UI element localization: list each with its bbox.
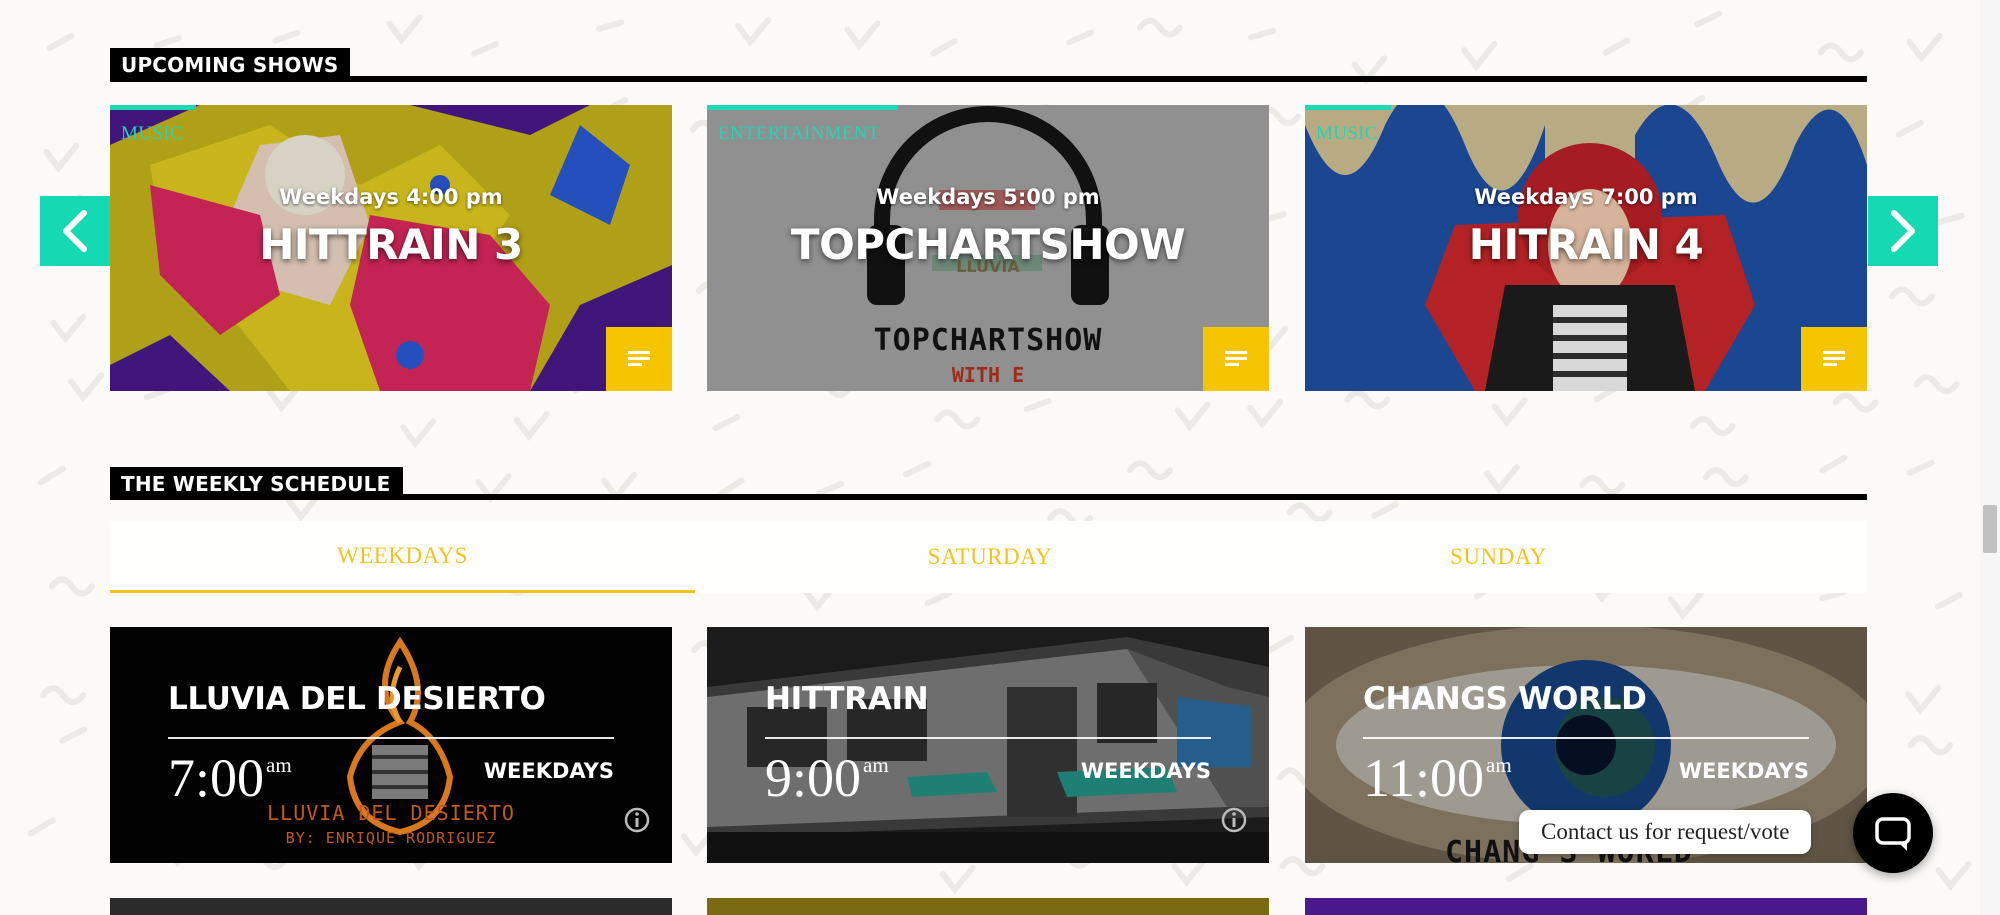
heading-rule bbox=[110, 494, 1867, 500]
show-image bbox=[110, 627, 672, 863]
weekly-schedule-heading: THE WEEKLY SCHEDULE bbox=[110, 467, 1867, 500]
show-title[interactable]: HITRAIN 4 bbox=[1305, 220, 1867, 269]
art-text: BY: ENRIQUE RODRIGUEZ bbox=[285, 829, 497, 847]
list-icon bbox=[628, 351, 650, 366]
show-details-button[interactable] bbox=[1801, 327, 1867, 391]
show-category[interactable]: ENTERTAINMENT bbox=[718, 123, 880, 145]
schedule-time: 9:00am bbox=[765, 747, 889, 809]
chat-icon bbox=[1875, 817, 1911, 851]
schedule-time: 11:00am bbox=[1363, 747, 1512, 809]
show-time: Weekdays 7:00 pm bbox=[1474, 185, 1698, 209]
carousel-next-button[interactable] bbox=[1868, 196, 1938, 266]
schedule-tabs: WEEKDAYS SATURDAY SUNDAY bbox=[110, 521, 1867, 593]
list-icon bbox=[1225, 351, 1247, 366]
schedule-card[interactable]: HITTRAIN 9:00am WEEKDAYS bbox=[707, 627, 1269, 863]
page-scrollbar[interactable] bbox=[1980, 0, 2000, 915]
schedule-divider bbox=[1363, 737, 1809, 739]
schedule-meridiem: am bbox=[266, 753, 292, 777]
schedule-card[interactable]: LLUVIA DEL DESIERTO BY: ENRIQUE RODRIGUE… bbox=[110, 627, 672, 863]
schedule-show-title[interactable]: CHANGS WORLD bbox=[1363, 681, 1647, 717]
show-card[interactable]: LLUVIA TOPCHARTSHOW WITH E ENTERTAINMENT… bbox=[707, 105, 1269, 391]
carousel-prev-button[interactable] bbox=[40, 196, 110, 266]
schedule-time-value: 11:00 bbox=[1363, 748, 1484, 808]
show-category[interactable]: MUSIC bbox=[121, 123, 183, 145]
schedule-time-value: 7:00 bbox=[168, 748, 265, 808]
schedule-time: 7:00am bbox=[168, 747, 292, 809]
art-text: TOPCHARTSHOW bbox=[873, 323, 1103, 358]
schedule-show-title[interactable]: LLUVIA DEL DESIERTO bbox=[168, 681, 546, 717]
upcoming-shows-heading: UPCOMING SHOWS bbox=[110, 48, 1867, 82]
show-time: Weekdays 5:00 pm bbox=[876, 185, 1100, 209]
show-details-button[interactable] bbox=[606, 327, 672, 391]
info-icon[interactable] bbox=[624, 807, 650, 833]
contact-request-bubble[interactable]: Contact us for request/vote bbox=[1519, 810, 1812, 854]
show-card[interactable]: MUSIC Weekdays 7:00 pm HITRAIN 4 bbox=[1305, 105, 1867, 391]
chevron-left-icon bbox=[63, 210, 87, 252]
scrollbar-thumb[interactable] bbox=[1983, 505, 1997, 553]
show-category[interactable]: MUSIC bbox=[1316, 123, 1378, 145]
schedule-divider bbox=[168, 737, 614, 739]
list-icon bbox=[1823, 351, 1845, 366]
schedule-meridiem: am bbox=[863, 753, 889, 777]
schedule-show-title[interactable]: HITTRAIN bbox=[765, 681, 929, 717]
tab-sunday[interactable]: SUNDAY bbox=[1285, 521, 1712, 593]
schedule-card-partial[interactable] bbox=[110, 898, 672, 915]
show-title[interactable]: TOPCHARTSHOW bbox=[707, 220, 1269, 269]
category-accent bbox=[1305, 105, 1391, 110]
art-text: WITH E bbox=[951, 363, 1025, 387]
schedule-divider bbox=[765, 737, 1211, 739]
info-icon[interactable] bbox=[1221, 807, 1247, 833]
schedule-days: WEEKDAYS bbox=[1678, 759, 1809, 783]
schedule-meridiem: am bbox=[1486, 753, 1512, 777]
show-title[interactable]: HITTRAIN 3 bbox=[110, 220, 672, 269]
tab-weekdays[interactable]: WEEKDAYS bbox=[110, 521, 695, 593]
show-time: Weekdays 4:00 pm bbox=[279, 185, 503, 209]
category-accent bbox=[110, 105, 196, 110]
category-accent bbox=[707, 105, 898, 110]
show-details-button[interactable] bbox=[1203, 327, 1269, 391]
contact-chat-button[interactable] bbox=[1853, 793, 1933, 873]
chevron-right-icon bbox=[1891, 210, 1915, 252]
schedule-time-value: 9:00 bbox=[765, 748, 862, 808]
tab-saturday[interactable]: SATURDAY bbox=[695, 521, 1285, 593]
schedule-card-partial[interactable] bbox=[1305, 898, 1867, 915]
heading-rule bbox=[110, 76, 1867, 82]
schedule-days: WEEKDAYS bbox=[483, 759, 614, 783]
schedule-days: WEEKDAYS bbox=[1080, 759, 1211, 783]
show-card[interactable]: MUSIC Weekdays 4:00 pm HITTRAIN 3 bbox=[110, 105, 672, 391]
schedule-card-partial[interactable] bbox=[707, 898, 1269, 915]
show-image bbox=[707, 627, 1269, 863]
